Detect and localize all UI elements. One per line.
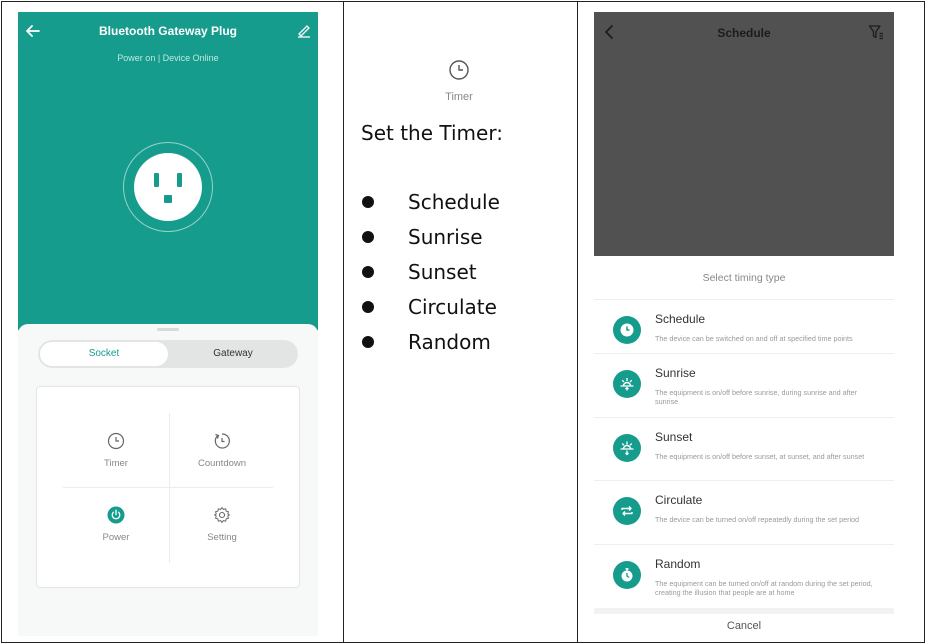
edit-icon[interactable] bbox=[296, 22, 312, 38]
option-title: Schedule bbox=[655, 312, 706, 326]
option-description: The device can be switched on and off at… bbox=[655, 334, 853, 343]
figure-frame: Bluetooth Gateway Plug Power on | Device… bbox=[0, 0, 926, 644]
device-controls-sheet: Socket Gateway Timer Countdown Power Set… bbox=[18, 324, 318, 636]
dimmed-overlay[interactable]: Schedule bbox=[594, 12, 894, 256]
instruction-heading: Set the Timer: bbox=[361, 121, 503, 145]
sunset-icon bbox=[613, 434, 641, 462]
cancel-label: Cancel bbox=[726, 620, 762, 632]
option-description: The equipment can be turned on/off at ra… bbox=[655, 579, 873, 597]
timer-caption: Timer bbox=[445, 91, 473, 103]
device-status: Power on | Device Online bbox=[117, 53, 219, 63]
list-item-label: Sunset bbox=[408, 260, 477, 284]
list-item: Circulate bbox=[362, 292, 500, 327]
device-title: Bluetooth Gateway Plug bbox=[98, 24, 237, 38]
sheet-handle[interactable] bbox=[157, 328, 179, 331]
option-title: Sunrise bbox=[655, 366, 696, 380]
tab-gateway[interactable]: Gateway bbox=[168, 340, 298, 368]
clock-icon bbox=[107, 432, 125, 450]
option-description: The device can be turned on/off repeated… bbox=[655, 515, 860, 524]
circulate-icon bbox=[613, 497, 641, 525]
list-item: Random bbox=[362, 327, 500, 362]
socket-slot-right bbox=[177, 173, 182, 187]
option-title: Sunset bbox=[655, 430, 693, 444]
bullet-icon bbox=[362, 336, 374, 348]
bullet-icon bbox=[362, 301, 374, 313]
option-title: Circulate bbox=[655, 493, 703, 507]
list-item-label: Sunrise bbox=[408, 225, 483, 249]
grid-item-label: Power bbox=[102, 532, 130, 543]
grid-divider-horizontal bbox=[63, 487, 273, 488]
filter-icon[interactable] bbox=[868, 24, 884, 40]
list-item-label: Schedule bbox=[408, 190, 500, 214]
power-icon bbox=[107, 506, 125, 524]
page-title: Schedule bbox=[717, 26, 771, 40]
grid-item-label: Timer bbox=[104, 458, 128, 469]
list-item: Schedule bbox=[362, 187, 500, 222]
device-header: Bluetooth Gateway Plug Power on | Device… bbox=[18, 12, 318, 330]
bullet-icon bbox=[362, 231, 374, 243]
device-screen: Bluetooth Gateway Plug Power on | Device… bbox=[18, 12, 318, 636]
timing-type-sheet: Select timing type Schedule The device c… bbox=[594, 256, 894, 636]
grid-item-power[interactable]: Power bbox=[61, 506, 171, 556]
grid-item-label: Setting bbox=[207, 532, 237, 543]
bullet-icon bbox=[362, 196, 374, 208]
option-description: The equipment is on/off before sunrise, … bbox=[655, 388, 858, 406]
grid-item-label: Countdown bbox=[197, 458, 247, 469]
socket-gateway-tabs: Socket Gateway bbox=[38, 340, 298, 368]
instruction-panel: Timer Set the Timer: Schedule Sunrise Su… bbox=[346, 1, 576, 643]
option-random[interactable]: Random The equipment can be turned on/of… bbox=[594, 544, 894, 607]
clock-icon bbox=[613, 316, 641, 344]
clock-icon bbox=[449, 60, 469, 80]
socket-slot-left bbox=[154, 173, 159, 187]
gear-icon bbox=[214, 507, 230, 523]
list-item-label: Circulate bbox=[408, 295, 497, 319]
tab-socket[interactable]: Socket bbox=[40, 342, 168, 366]
option-sunrise[interactable]: Sunrise The equipment is on/off before s… bbox=[594, 353, 894, 416]
list-item: Sunset bbox=[362, 257, 500, 292]
option-description: The equipment is on/off before sunset, a… bbox=[655, 452, 865, 461]
countdown-icon bbox=[214, 433, 230, 449]
sheet-title: Select timing type bbox=[702, 272, 786, 284]
list-item: Sunrise bbox=[362, 222, 500, 257]
function-grid: Timer Countdown Power Setting bbox=[36, 386, 300, 588]
grid-item-countdown[interactable]: Countdown bbox=[167, 432, 277, 482]
option-sunset[interactable]: Sunset The equipment is on/off before su… bbox=[594, 417, 894, 480]
cancel-button[interactable]: Cancel bbox=[594, 608, 894, 636]
sunrise-icon bbox=[613, 370, 641, 398]
schedule-screen: Schedule Select timing type Schedule The… bbox=[594, 12, 894, 636]
option-circulate[interactable]: Circulate The device can be turned on/of… bbox=[594, 480, 894, 543]
list-item-label: Random bbox=[408, 330, 491, 354]
grid-item-timer[interactable]: Timer bbox=[61, 432, 171, 482]
option-title: Random bbox=[655, 557, 701, 571]
grid-item-setting[interactable]: Setting bbox=[167, 506, 277, 556]
bullet-icon bbox=[362, 266, 374, 278]
socket-ground bbox=[164, 195, 172, 203]
random-icon bbox=[613, 561, 641, 589]
socket-icon[interactable] bbox=[134, 153, 202, 221]
timer-type-list: Schedule Sunrise Sunset Circulate Random bbox=[362, 187, 500, 362]
